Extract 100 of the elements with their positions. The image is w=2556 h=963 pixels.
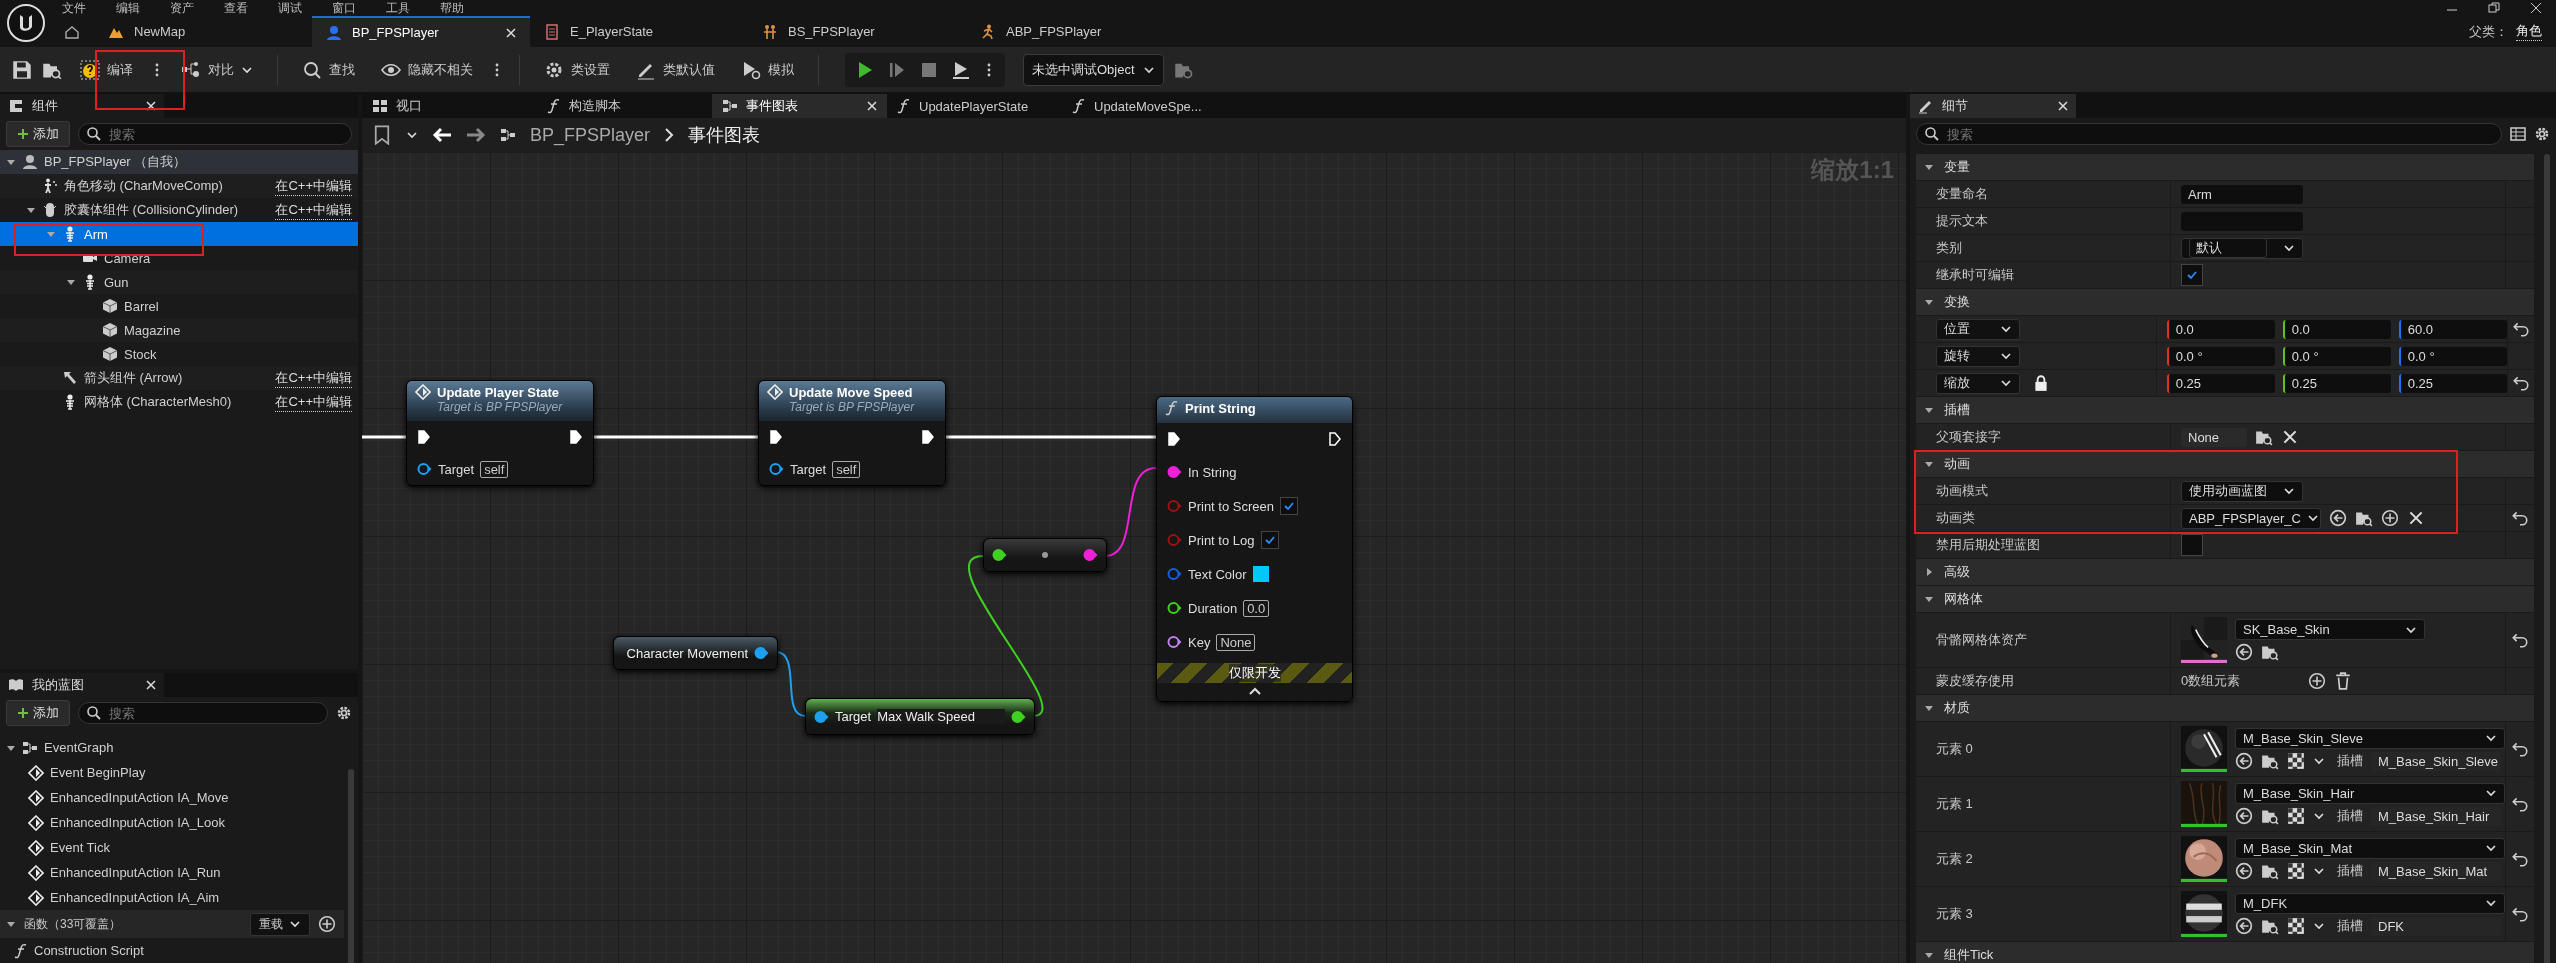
exec-output-pin[interactable] [569,430,583,444]
event-item[interactable]: Event BeginPlay [0,760,358,785]
folder-search-icon[interactable] [2261,917,2279,935]
number-field[interactable]: 0.0 [2166,319,2275,339]
close-icon[interactable] [2281,428,2299,446]
expanded-arrow-icon[interactable] [1924,703,1934,713]
number-field[interactable]: 0.25 [2282,373,2391,393]
panel-tab[interactable]: 细节 [1910,94,2076,118]
parent-class-link[interactable]: 角色 [2516,22,2542,41]
graph-item[interactable]: EventGraph [0,735,358,760]
expanded-arrow-icon[interactable] [1924,950,1934,960]
edit-in-cpp-link[interactable]: 在C++中编辑 [275,200,352,220]
add-icon[interactable] [2381,509,2399,527]
document-tab[interactable]: E_PlayerState [530,16,748,47]
scrollbar[interactable] [2544,154,2550,963]
panel-tab[interactable]: 组件 [0,94,164,118]
graph-node[interactable]: Print String In String Print to Screen Print to Log Text Color Duration 0.0 Key None 仅限开发 [1156,396,1353,702]
arrow-left-circle-icon[interactable] [2235,862,2253,880]
reset-icon[interactable] [2511,740,2529,758]
add-icon[interactable] [318,915,336,933]
input-pin[interactable] [814,709,829,724]
folder-search-icon[interactable] [2261,807,2279,825]
mode-dropdown[interactable]: 使用动画蓝图 [2181,480,2303,502]
add-icon[interactable] [2308,672,2327,690]
input-pin[interactable] [417,462,432,476]
input-pin[interactable] [1167,601,1182,615]
logo-icon[interactable] [6,3,46,43]
input-pin[interactable] [1167,533,1182,547]
table-icon[interactable] [2510,126,2526,142]
edit-in-cpp-link[interactable]: 在C++中编辑 [275,392,352,412]
expanded-arrow-icon[interactable] [1924,594,1934,604]
menu-item[interactable]: 窗口 [332,0,356,17]
document-tab[interactable]: ABP_FPSPlayer [966,16,1184,47]
material-dropdown[interactable]: M_Base_Skin_Sleve [2235,727,2505,749]
reset-icon[interactable] [2511,905,2529,923]
checkbox[interactable] [1260,531,1279,549]
arrow-left-circle-icon[interactable] [2329,509,2347,527]
menu-item[interactable]: 工具 [386,0,410,17]
graph-tab[interactable]: UpdateMoveSpe... [1062,94,1237,118]
graph-node[interactable]: Update Move Speed Target is BP FPSPlayer Target self [758,380,946,486]
transform-dropdown[interactable]: 旋转 [1936,345,2020,367]
collapsed-arrow-icon[interactable] [1924,567,1934,577]
graph-node[interactable]: Target Max Walk Speed [805,698,1035,735]
graph-node[interactable]: Update Player State Target is BP FPSPlayer Target self [406,380,594,486]
arrow-left-circle-icon[interactable] [2235,807,2253,825]
input-pin[interactable] [992,548,1007,562]
trash-icon[interactable] [2334,672,2353,690]
input-pin[interactable] [1167,465,1182,479]
checkbox[interactable] [2181,534,2203,556]
graph-tab[interactable]: 视口 [362,94,537,118]
event-item[interactable]: EnhancedInputAction IA_Move [0,785,358,810]
exec-output-pin[interactable] [1328,432,1342,446]
search-field[interactable]: 搜索 [1916,123,2502,145]
exec-input-pin[interactable] [1167,432,1181,446]
expanded-arrow-icon[interactable] [6,157,16,167]
close-icon[interactable] [506,27,516,38]
number-field[interactable]: 0.0 ° [2166,346,2275,366]
number-field[interactable]: 0.0 ° [2398,346,2507,366]
graph-tab[interactable]: 构造脚本 [537,94,712,118]
edit-in-cpp-link[interactable]: 在C++中编辑 [275,176,352,196]
pin-value-field[interactable]: 0.0 [1243,599,1270,617]
more-icon[interactable] [155,61,159,78]
scrollbar[interactable] [348,769,354,963]
close-icon[interactable] [146,101,156,111]
component-row[interactable]: BP_FPSPlayer （自我） [0,150,358,174]
section-header[interactable]: 变量 [1916,154,2534,181]
close-icon[interactable] [2058,101,2068,111]
function-item[interactable]: Construction Script [0,938,358,963]
edit-in-cpp-link[interactable]: 在C++中编辑 [275,368,352,388]
settings-icon[interactable] [336,705,352,721]
home-icon[interactable] [64,23,80,40]
reset-icon[interactable] [2511,795,2529,813]
section-header[interactable]: 动画 [1916,451,2534,478]
restore-icon[interactable] [2488,2,2500,14]
search-field[interactable]: 搜索 [78,702,328,724]
event-item[interactable]: EnhancedInputAction IA_Aim [0,885,358,910]
folder-search-icon[interactable] [2355,509,2373,527]
menu-item[interactable]: 调试 [278,0,302,17]
graph-tab[interactable]: UpdatePlayerState [887,94,1062,118]
document-tab[interactable]: BP_FPSPlayer [312,16,530,47]
expanded-arrow-icon[interactable] [1924,459,1934,469]
checker-icon[interactable] [2287,862,2305,880]
checkbox[interactable] [1280,497,1298,515]
search-field[interactable]: 搜索 [78,123,352,145]
menu-item[interactable]: 帮助 [440,0,464,17]
find-button[interactable]: 查找 [294,55,363,84]
component-row[interactable]: Barrel [0,294,358,318]
menu-item[interactable]: 编辑 [116,0,140,17]
section-header[interactable]: 变换 [1916,289,2534,316]
input-pin[interactable] [1167,635,1182,649]
override-dropdown[interactable]: 重载 [250,912,310,936]
event-item[interactable]: Event Tick [0,835,358,860]
checker-icon[interactable] [2287,752,2305,770]
component-row[interactable]: 胶囊体组件 (CollisionCylinder) 在C++中编辑 [0,198,358,222]
arrow-left-circle-icon[interactable] [2235,917,2253,935]
save-icon[interactable] [12,59,32,80]
number-field[interactable]: 0.25 [2166,373,2275,393]
reset-icon[interactable] [2511,320,2530,338]
class-dropdown[interactable]: ABP_FPSPlayer_C [2181,507,2321,529]
exec-input-pin[interactable] [417,430,431,444]
